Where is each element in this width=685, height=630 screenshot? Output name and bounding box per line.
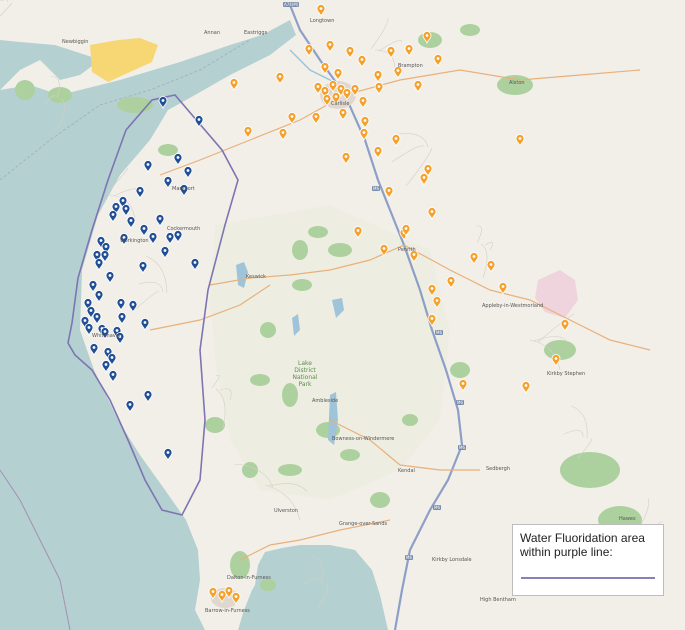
road-shield-m6: M6 bbox=[456, 400, 464, 405]
road-shield-m6: M6 bbox=[458, 445, 466, 450]
woodland-patch bbox=[560, 452, 620, 488]
woodland-patch bbox=[402, 414, 418, 426]
place-label-grange: Grange-over-Sands bbox=[339, 521, 388, 527]
road-shield-m6: M6 bbox=[435, 330, 443, 335]
road-shield-m6: M6 bbox=[372, 186, 380, 191]
place-label-annan: Annan bbox=[204, 30, 220, 36]
place-label-dalton: Dalton-in-Furness bbox=[227, 575, 271, 581]
place-label-carlisle: Carlisle bbox=[331, 101, 350, 107]
place-label-keswick: Keswick bbox=[246, 274, 266, 280]
woodland-patch bbox=[260, 322, 276, 338]
woodland-patch bbox=[308, 226, 328, 238]
woodland-patch bbox=[158, 144, 178, 156]
place-label-sedbergh: Sedbergh bbox=[486, 466, 510, 472]
woodland-patch bbox=[242, 462, 258, 478]
place-label-bowness: Bowness-on-Windermere bbox=[332, 436, 395, 442]
place-label-kendal: Kendal bbox=[398, 468, 415, 474]
place-label-workington: Workington bbox=[120, 238, 149, 244]
place-label-kirkby-lonsdale: Kirkby Lonsdale bbox=[432, 557, 472, 563]
map-legend: Water Fluoridation area within purple li… bbox=[512, 524, 664, 596]
place-label-eastriggs: Eastriggs bbox=[244, 30, 268, 36]
place-label-alston: Alston bbox=[509, 80, 525, 86]
place-label-ulverston: Ulverston bbox=[274, 508, 298, 514]
place-label-appleby: Appleby-in-Westmorland bbox=[482, 303, 544, 309]
woodland-patch bbox=[340, 449, 360, 461]
place-label-high-bentham: High Bentham bbox=[480, 597, 516, 603]
place-label-maryport: Maryport bbox=[172, 186, 195, 192]
woodland-patch bbox=[15, 80, 35, 100]
place-label-whitehaven: Whitehaven bbox=[92, 333, 122, 339]
woodland-patch bbox=[460, 24, 480, 36]
legend-purple-line-swatch bbox=[521, 577, 655, 579]
road-shield-a74m: A74(M) bbox=[283, 2, 300, 7]
place-label-ambleside: Ambleside bbox=[312, 398, 339, 404]
place-label-hawes: Hawes bbox=[619, 516, 636, 522]
woodland-patch bbox=[292, 240, 308, 260]
woodland-patch bbox=[278, 464, 302, 476]
woodland-patch bbox=[370, 492, 390, 508]
place-label-brampton: Brampton bbox=[398, 63, 423, 69]
place-label-cockermouth: Cockermouth bbox=[167, 226, 201, 232]
place-label-longtown: Longtown bbox=[310, 18, 335, 24]
road-shield-m6: M6 bbox=[433, 505, 441, 510]
woodland-patch bbox=[450, 362, 470, 378]
legend-title: Water Fluoridation area within purple li… bbox=[520, 531, 645, 559]
woodland-patch bbox=[328, 243, 352, 257]
road-shield-m6: M6 bbox=[405, 555, 413, 560]
woodland-patch bbox=[48, 87, 72, 103]
place-label-barrow: Barrow-in-Furness bbox=[205, 608, 250, 614]
woodland-patch bbox=[205, 417, 225, 433]
woodland-patch bbox=[292, 279, 312, 291]
park-label-lake-district: Lake District National Park bbox=[292, 360, 318, 388]
place-label-newbiggin: Newbiggin bbox=[62, 39, 89, 45]
place-label-penrith: Penrith bbox=[398, 247, 416, 253]
woodland-patch bbox=[250, 374, 270, 386]
map-canvas[interactable]: Newbiggin Annan Eastriggs Longtown Carli… bbox=[0, 0, 685, 630]
place-label-kirkby-stephen: Kirkby Stephen bbox=[547, 371, 586, 377]
